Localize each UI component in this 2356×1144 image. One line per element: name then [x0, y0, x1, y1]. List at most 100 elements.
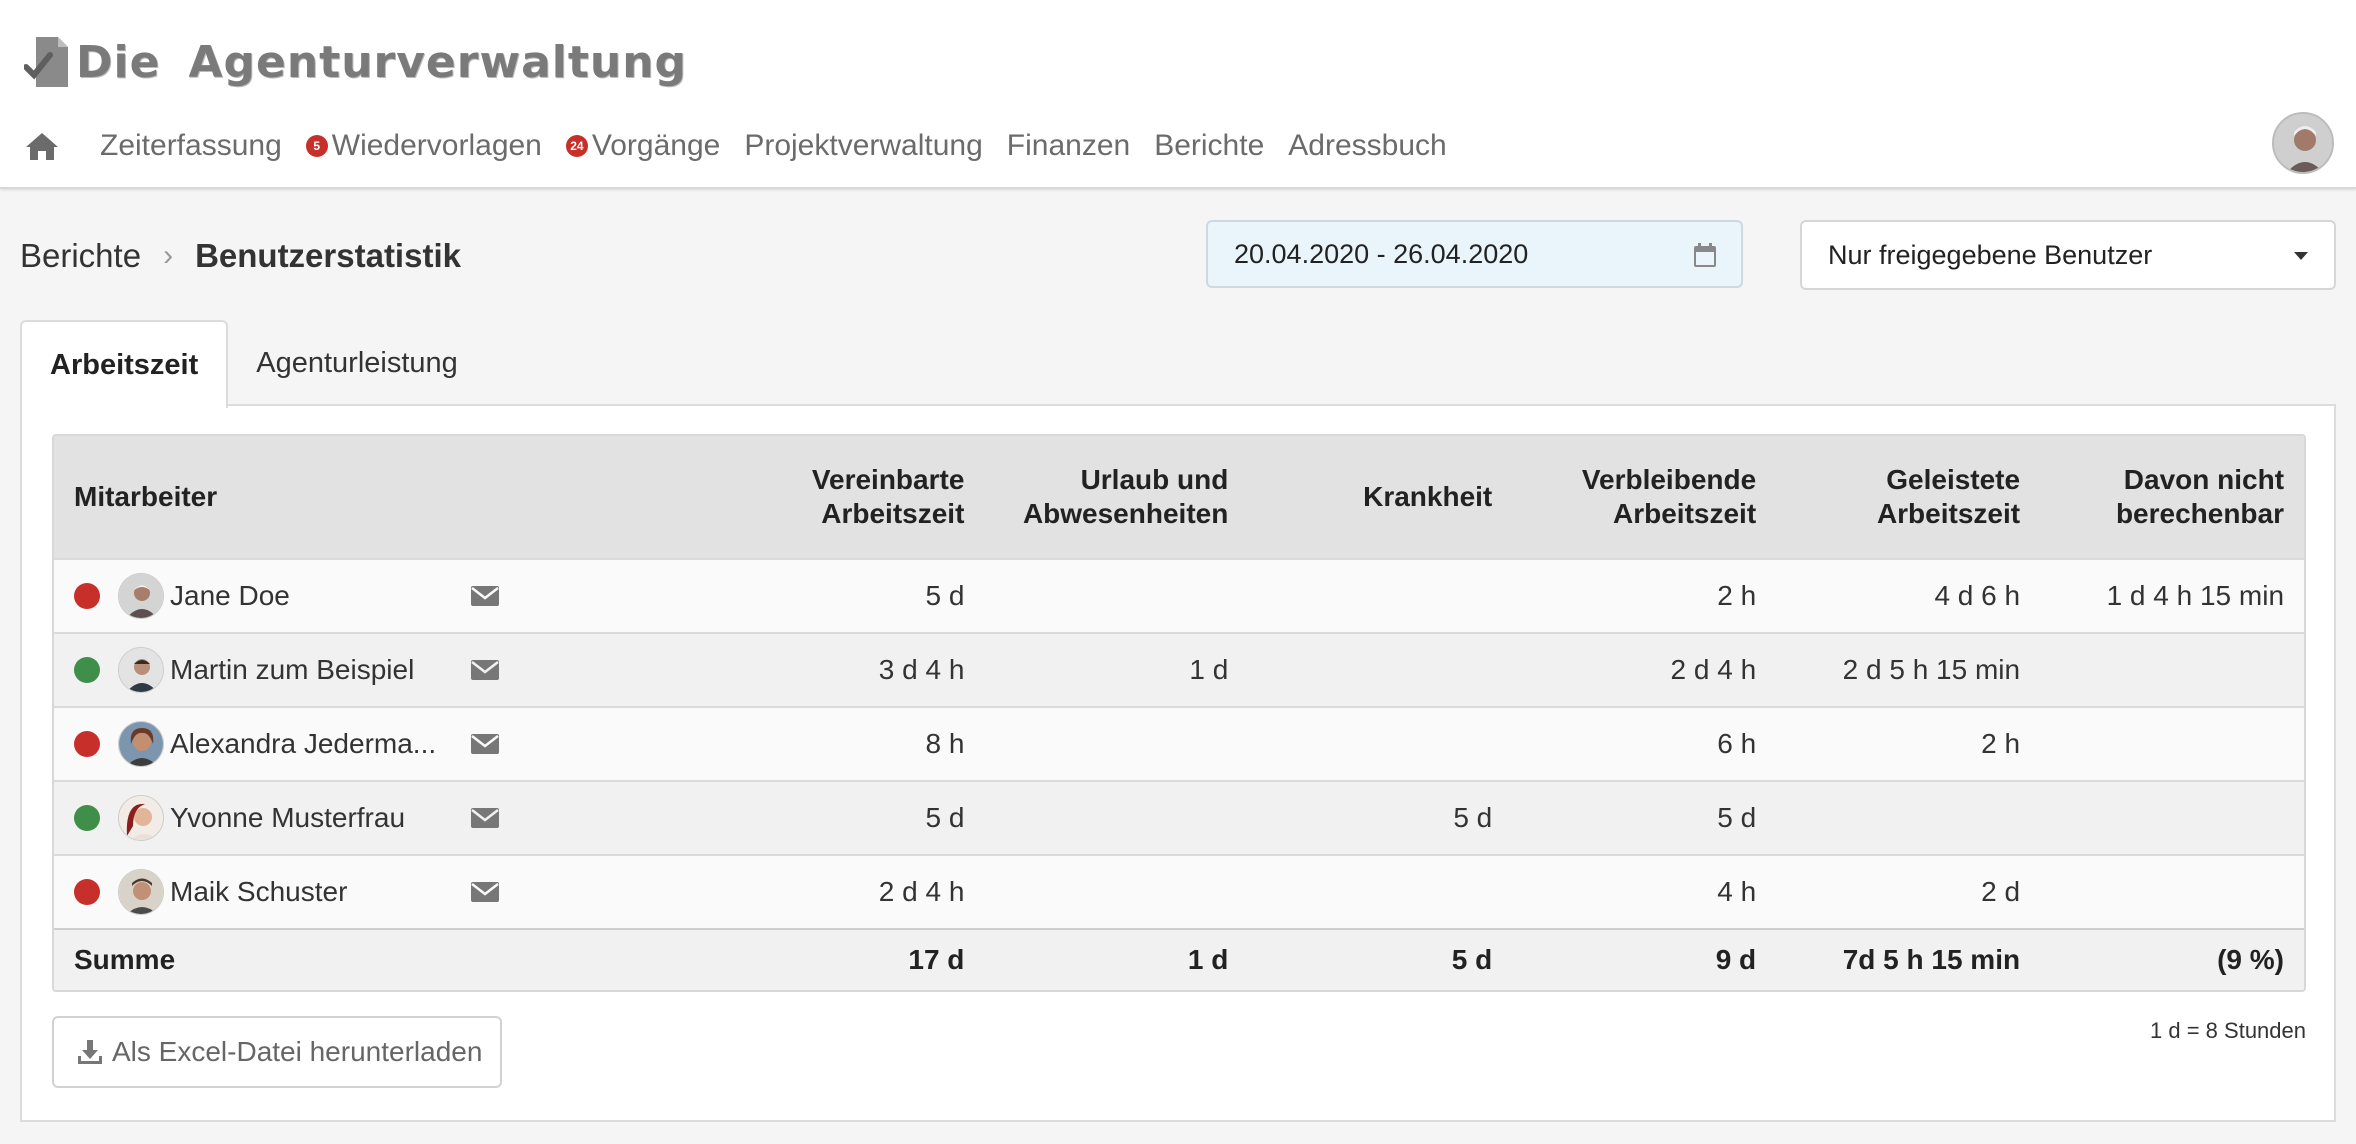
- nav-adressbuch[interactable]: Adressbuch: [1288, 129, 1446, 163]
- sum-remaining: 9 d: [1715, 944, 1757, 975]
- user-avatar[interactable]: [2272, 112, 2334, 174]
- sum-leave: 1 d: [1187, 944, 1229, 975]
- user-filter-value: Nur freigegebene Benutzer: [1828, 239, 2153, 270]
- worked-cell: 4 d 6 h: [1934, 580, 2021, 611]
- count-badge: 24: [565, 135, 588, 157]
- header-remaining[interactable]: Verbleibende Arbeitszeit: [1512, 463, 1776, 531]
- nav-vorgaenge[interactable]: 24 Vorgänge: [565, 129, 721, 163]
- nav-label: Zeiterfassung: [100, 129, 282, 162]
- download-excel-button[interactable]: Als Excel-Datei herunterladen: [52, 1016, 502, 1088]
- date-range-input[interactable]: 20.04.2020 - 26.04.2020: [1206, 220, 1743, 288]
- table-row: Yvonne Musterfrau 5 d 5 d 5 d: [54, 780, 2304, 854]
- calendar-icon[interactable]: [1693, 242, 1717, 268]
- leave-cell: 1 d: [1189, 654, 1229, 685]
- date-range-value: 20.04.2020 - 26.04.2020: [1234, 238, 1529, 269]
- logo-icon: [24, 37, 68, 87]
- table-row: Jane Doe 5 d 2 h 4 d 6 h 1 d 4 h 15 min: [54, 558, 2304, 632]
- breadcrumb-root[interactable]: Berichte: [20, 237, 141, 275]
- avatar-image: [2274, 114, 2332, 172]
- nav-label: Wiedervorlagen: [331, 129, 542, 162]
- status-dot: [74, 657, 100, 683]
- employee-name[interactable]: Maik Schuster: [170, 876, 466, 908]
- remaining-cell: 2 h: [1717, 580, 1757, 611]
- nav-label: Projektverwaltung: [744, 129, 983, 162]
- user-filter-select[interactable]: Nur freigegebene Benutzer: [1800, 220, 2336, 290]
- table-row: Alexandra Jederma... 8 h 6 h 2 h: [54, 706, 2304, 780]
- sum-agreed: 17 d: [908, 944, 965, 975]
- header-sick[interactable]: Krankheit: [1248, 480, 1512, 514]
- table-sum-row: Summe 17 d 1 d 5 d 9 d 7d 5 h 15 min (9 …: [54, 928, 2304, 990]
- tab-agenturleistung[interactable]: Agenturleistung: [228, 320, 486, 406]
- tab-label: Agenturleistung: [256, 346, 458, 379]
- tab-panel: Mitarbeiter Vereinbarte Arbeitszeit Urla…: [20, 404, 2336, 1122]
- sum-sick: 5 d: [1451, 944, 1493, 975]
- mail-icon[interactable]: [470, 733, 500, 755]
- nav-finanzen[interactable]: Finanzen: [1007, 129, 1130, 163]
- status-dot: [74, 879, 100, 905]
- sum-nonbillable: (9 %): [2217, 944, 2285, 975]
- status-dot: [74, 583, 100, 609]
- nav-label: Adressbuch: [1288, 129, 1447, 162]
- mail-icon[interactable]: [470, 585, 500, 607]
- table-row: Maik Schuster 2 d 4 h 4 h 2 d: [54, 854, 2304, 928]
- employee-name[interactable]: Yvonne Musterfrau: [170, 802, 466, 834]
- remaining-cell: 4 h: [1717, 876, 1757, 907]
- header-mitarbeiter[interactable]: Mitarbeiter: [54, 480, 669, 514]
- agreed-cell: 3 d 4 h: [878, 654, 965, 685]
- home-icon[interactable]: [24, 130, 60, 162]
- mail-icon[interactable]: [470, 659, 500, 681]
- download-label: Als Excel-Datei herunterladen: [112, 1036, 483, 1067]
- remaining-cell: 5 d: [1717, 802, 1757, 833]
- employee-name[interactable]: Jane Doe: [170, 580, 466, 612]
- header-nonbillable[interactable]: Davon nicht berechenbar: [2040, 463, 2304, 531]
- nav-projektverwaltung[interactable]: Projektverwaltung: [744, 129, 982, 163]
- header-worked[interactable]: Geleistete Arbeitszeit: [1776, 463, 2040, 531]
- avatar: [118, 721, 164, 767]
- avatar: [118, 573, 164, 619]
- worked-cell: 2 d 5 h 15 min: [1842, 654, 2021, 685]
- nav-wiedervorlagen[interactable]: 5 Wiedervorlagen: [305, 129, 542, 163]
- unit-note: 1 d = 8 Stunden: [2150, 1018, 2306, 1043]
- status-dot: [74, 731, 100, 757]
- user-statistics-table: Mitarbeiter Vereinbarte Arbeitszeit Urla…: [52, 434, 2306, 992]
- employee-cell: Yvonne Musterfrau: [54, 795, 669, 841]
- nav-zeiterfassung[interactable]: Zeiterfassung: [100, 129, 282, 163]
- worked-cell: 2 h: [1981, 728, 2021, 759]
- sum-worked: 7d 5 h 15 min: [1842, 944, 2021, 975]
- sick-cell: 5 d: [1453, 802, 1493, 833]
- agreed-cell: 5 d: [925, 802, 965, 833]
- employee-cell: Maik Schuster: [54, 869, 669, 915]
- employee-cell: Alexandra Jederma...: [54, 721, 669, 767]
- count-badge: 5: [305, 135, 328, 157]
- avatar: [118, 795, 164, 841]
- table-row: Martin zum Beispiel 3 d 4 h 1 d 2 d 4 h …: [54, 632, 2304, 706]
- mail-icon[interactable]: [470, 881, 500, 903]
- caret-down-icon: [2294, 252, 2308, 260]
- tab-arbeitszeit[interactable]: Arbeitszeit: [20, 320, 229, 408]
- header-leave[interactable]: Urlaub und Abwesenheiten: [984, 463, 1248, 531]
- avatar: [118, 869, 164, 915]
- employee-cell: Martin zum Beispiel: [54, 647, 669, 693]
- employee-name[interactable]: Alexandra Jederma...: [170, 728, 466, 760]
- header-agreed[interactable]: Vereinbarte Arbeitszeit: [669, 463, 984, 531]
- agreed-cell: 8 h: [925, 728, 965, 759]
- employee-name[interactable]: Martin zum Beispiel: [170, 654, 466, 686]
- remaining-cell: 2 d 4 h: [1670, 654, 1757, 685]
- remaining-cell: 6 h: [1717, 728, 1757, 759]
- logo-text-2: Agenturverwaltung: [188, 36, 688, 88]
- agreed-cell: 2 d 4 h: [878, 876, 965, 907]
- app-header: Die Agenturverwaltung Zeiterfassung 5 Wied…: [0, 0, 2356, 189]
- nav-label: Vorgänge: [591, 129, 721, 162]
- agreed-cell: 5 d: [925, 580, 965, 611]
- breadcrumb: Berichte › Benutzerstatistik: [20, 234, 461, 278]
- nav-berichte[interactable]: Berichte: [1154, 129, 1264, 163]
- chevron-right-icon: ›: [163, 239, 174, 272]
- employee-cell: Jane Doe: [54, 573, 669, 619]
- tab-label: Arbeitszeit: [50, 348, 199, 381]
- sum-label: Summe: [74, 944, 176, 975]
- app-logo[interactable]: Die Agenturverwaltung: [24, 30, 687, 94]
- main-nav: Zeiterfassung 5 Wiedervorlagen 24 Vorgänge…: [24, 118, 1471, 174]
- mail-icon[interactable]: [470, 807, 500, 829]
- tab-bar: Arbeitszeit Agenturleistung: [20, 320, 486, 408]
- logo-text-1: Die: [76, 36, 161, 88]
